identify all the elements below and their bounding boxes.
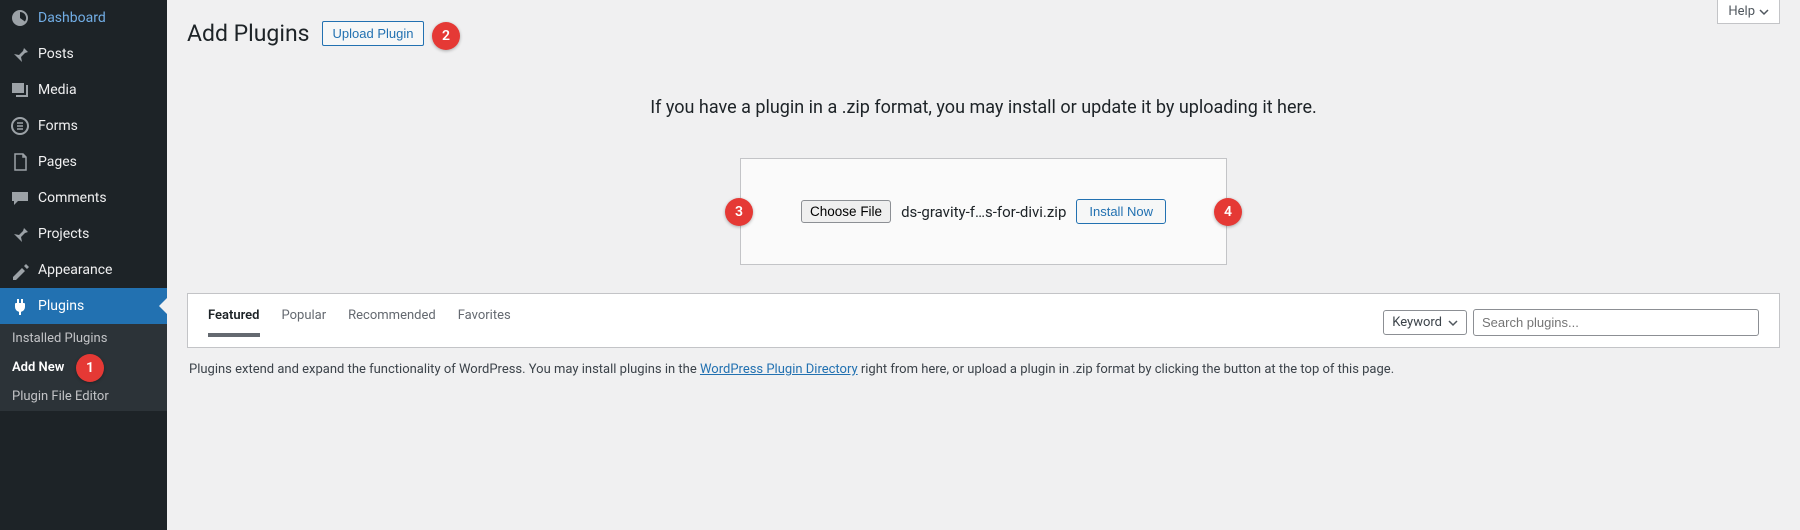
plugins-submenu: Installed Plugins Add New 1 Plugin File … (0, 324, 167, 411)
step-badge-1: 1 (76, 354, 104, 382)
projects-icon (10, 224, 30, 244)
selected-file-name: ds-gravity-f…s-for-divi.zip (901, 203, 1066, 221)
sidebar-item-pages[interactable]: Pages (0, 144, 167, 180)
submenu-add-new[interactable]: Add New 1 (0, 353, 167, 382)
tab-featured[interactable]: Featured (208, 308, 260, 337)
sidebar-item-appearance[interactable]: Appearance (0, 252, 167, 288)
upload-instructions: If you have a plugin in a .zip format, y… (187, 97, 1780, 118)
filter-tabs: Featured Popular Recommended Favorites (208, 308, 511, 337)
wp-plugin-directory-link[interactable]: WordPress Plugin Directory (700, 362, 858, 377)
forms-icon (10, 116, 30, 136)
page-title: Add Plugins (187, 20, 310, 47)
media-icon (10, 80, 30, 100)
chevron-down-icon (1448, 318, 1458, 328)
desc-pre: Plugins extend and expand the functional… (189, 362, 700, 377)
step-badge-3: 3 (725, 198, 753, 226)
help-label: Help (1728, 4, 1755, 19)
tab-popular[interactable]: Popular (282, 308, 327, 337)
sidebar-item-label: Comments (38, 190, 107, 206)
submenu-item-label: Add New (12, 360, 64, 375)
plugins-icon (10, 296, 30, 316)
sidebar-item-posts[interactable]: Posts (0, 36, 167, 72)
sidebar-item-projects[interactable]: Projects (0, 216, 167, 252)
choose-file-button[interactable]: Choose File (801, 200, 891, 223)
search-input[interactable] (1473, 309, 1759, 336)
tab-favorites[interactable]: Favorites (458, 308, 511, 337)
sidebar-item-dashboard[interactable]: Dashboard (0, 0, 167, 36)
search-group: Keyword (1383, 309, 1759, 336)
sidebar-item-label: Appearance (38, 262, 112, 278)
comments-icon (10, 188, 30, 208)
desc-post: right from here, or upload a plugin in .… (858, 362, 1395, 377)
keyword-label: Keyword (1392, 315, 1442, 330)
page-header: Add Plugins Upload Plugin 2 (187, 20, 1780, 47)
chevron-down-icon (1759, 7, 1769, 17)
sidebar-item-label: Pages (38, 154, 77, 170)
upload-area: If you have a plugin in a .zip format, y… (187, 97, 1780, 265)
appearance-icon (10, 260, 30, 280)
step-badge-4: 4 (1214, 198, 1242, 226)
sidebar-item-label: Plugins (38, 298, 84, 314)
submenu-installed-plugins[interactable]: Installed Plugins (0, 324, 167, 353)
search-type-select[interactable]: Keyword (1383, 310, 1467, 335)
dashboard-icon (10, 8, 30, 28)
sidebar-item-media[interactable]: Media (0, 72, 167, 108)
sidebar-item-forms[interactable]: Forms (0, 108, 167, 144)
sidebar-item-plugins[interactable]: Plugins (0, 288, 167, 324)
sidebar-item-label: Projects (38, 226, 89, 242)
install-now-button[interactable]: Install Now (1076, 199, 1166, 224)
tab-recommended[interactable]: Recommended (348, 308, 436, 337)
sidebar-item-label: Posts (38, 46, 74, 62)
sidebar-item-label: Media (38, 82, 77, 98)
main-content: Help Add Plugins Upload Plugin 2 If you … (167, 0, 1800, 530)
sidebar-item-comments[interactable]: Comments (0, 180, 167, 216)
sidebar-item-label: Dashboard (38, 10, 106, 26)
pages-icon (10, 152, 30, 172)
step-badge-2: 2 (432, 22, 460, 50)
upload-plugin-button[interactable]: Upload Plugin (322, 21, 425, 46)
plugin-filter-bar: Featured Popular Recommended Favorites K… (187, 293, 1780, 348)
plugins-description: Plugins extend and expand the functional… (187, 362, 1780, 377)
pin-icon (10, 44, 30, 64)
submenu-plugin-file-editor[interactable]: Plugin File Editor (0, 382, 167, 411)
upload-form: 3 Choose File ds-gravity-f…s-for-divi.zi… (740, 158, 1227, 265)
sidebar-item-label: Forms (38, 118, 78, 134)
admin-sidebar: Dashboard Posts Media Forms Pages Commen… (0, 0, 167, 530)
